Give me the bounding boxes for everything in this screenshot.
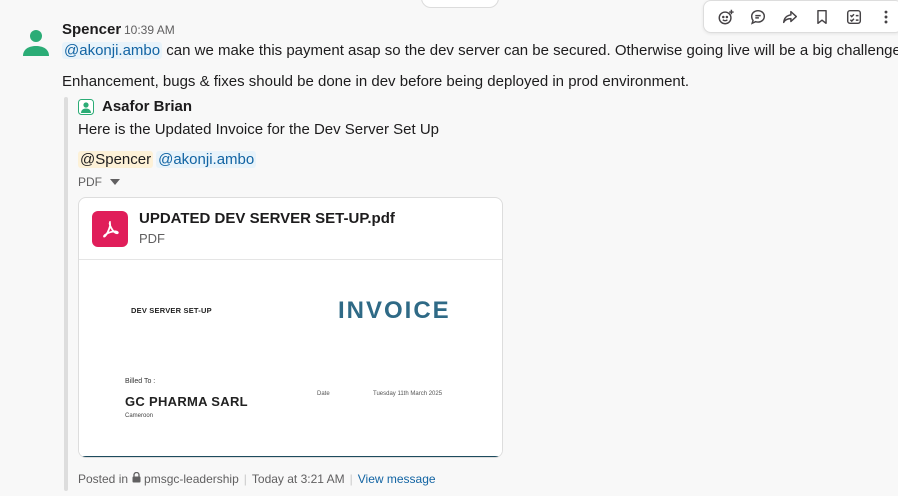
- bookmark-icon: [817, 9, 827, 24]
- divider: |: [349, 472, 353, 486]
- lock-icon: [132, 471, 141, 486]
- save-for-later-button[interactable]: [806, 3, 838, 31]
- attachment-toggle[interactable]: PDF: [78, 175, 120, 189]
- reply-thread-icon: [750, 9, 766, 25]
- file-preview[interactable]: DEV SERVER SET-UP INVOICE Billed To : GC…: [79, 260, 502, 457]
- message-timestamp[interactable]: 10:39 AM: [124, 23, 175, 37]
- user-avatar-icon: [23, 30, 49, 56]
- message-actions-toolbar: [703, 0, 898, 33]
- preview-invoice-heading: INVOICE: [338, 297, 451, 324]
- preview-setup-title: DEV SERVER SET-UP: [131, 306, 212, 315]
- sender-name[interactable]: Spencer: [62, 21, 121, 38]
- reply-in-thread-button[interactable]: [742, 3, 774, 31]
- add-list-icon: [846, 9, 862, 24]
- file-attachment-card[interactable]: UPDATED DEV SERVER SET-UP.pdf PDF DEV SE…: [78, 197, 503, 458]
- quoted-mentions: @Spencer @akonji.ambo: [78, 149, 259, 171]
- preview-billed-to: Billed To :: [125, 378, 156, 385]
- view-message-link[interactable]: View message: [358, 472, 436, 486]
- shared-message-bar: [64, 97, 68, 491]
- more-actions-button[interactable]: [870, 3, 898, 31]
- message-text-1: can we make this payment asap so the dev…: [162, 42, 898, 59]
- posted-in-footer: Posted in pmsgc-leadership | Today at 3:…: [78, 471, 436, 486]
- posted-time[interactable]: Today at 3:21 AM: [252, 472, 345, 486]
- divider: |: [243, 472, 247, 486]
- mention-spencer[interactable]: @Spencer: [78, 151, 154, 168]
- avatar[interactable]: [20, 26, 52, 58]
- user-avatar-icon: [78, 99, 94, 115]
- more-icon: [884, 10, 888, 23]
- add-to-list-button[interactable]: [838, 3, 870, 31]
- posted-in-label: Posted in: [78, 472, 129, 486]
- quoted-author-avatar: [78, 99, 94, 115]
- forward-icon: [782, 10, 798, 23]
- preview-bottom-rule: [79, 456, 502, 457]
- file-name[interactable]: UPDATED DEV SERVER SET-UP.pdf: [139, 210, 395, 227]
- file-type: PDF: [139, 231, 165, 246]
- quoted-message-text: Here is the Updated Invoice for the Dev …: [78, 121, 440, 138]
- top-scroll-pill: [421, 0, 499, 8]
- add-reaction-icon: [718, 9, 734, 24]
- caret-down-icon: [110, 179, 120, 185]
- mention-akonji-quoted[interactable]: @akonji.ambo: [156, 151, 257, 168]
- pdf-file-icon: [92, 211, 128, 247]
- mention-akonji[interactable]: @akonji.ambo: [62, 42, 163, 59]
- message-text-line-1: @akonji.ambo can we make this payment as…: [62, 40, 898, 62]
- add-reaction-button[interactable]: [710, 3, 742, 31]
- message-text-line-2: Enhancement, bugs & fixes should be done…: [62, 73, 690, 90]
- preview-country: Cameroon: [125, 413, 154, 419]
- file-header: UPDATED DEV SERVER SET-UP.pdf PDF: [79, 198, 502, 260]
- preview-company: GC PHARMA SARL: [125, 394, 248, 409]
- channel-link[interactable]: pmsgc-leadership: [144, 472, 239, 486]
- quoted-author-name[interactable]: Asafor Brian: [102, 98, 192, 115]
- preview-date-value: Tuesday 11th March 2025: [373, 391, 443, 397]
- forward-button[interactable]: [774, 3, 806, 31]
- attachment-toggle-label: PDF: [78, 175, 102, 189]
- preview-date-label: Date: [317, 391, 330, 397]
